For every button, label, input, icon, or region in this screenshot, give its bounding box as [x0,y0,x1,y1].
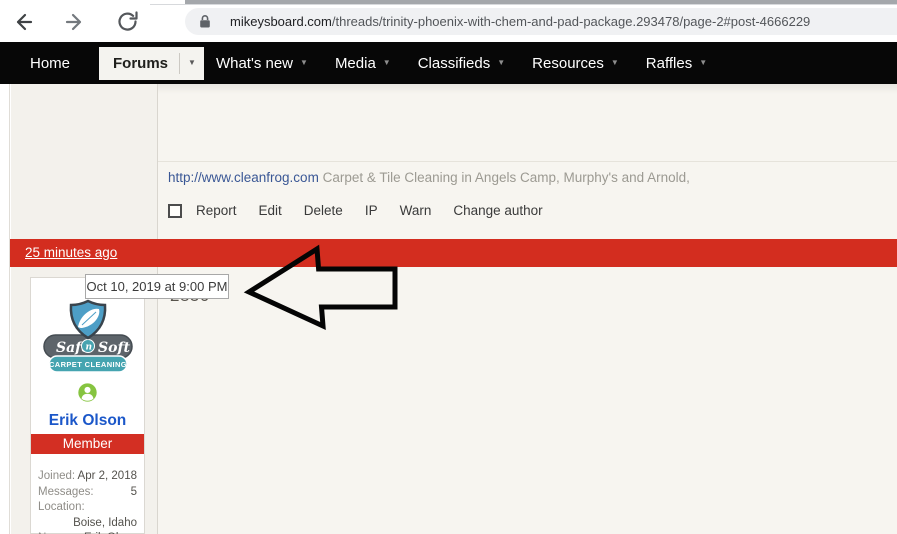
timestamp-tooltip: Oct 10, 2019 at 9:00 PM [85,274,229,299]
user-stat-label: Messages: [38,486,94,500]
moderation-bar: Report Edit Delete IP Warn Change author [168,203,565,218]
user-stat-row: Boise, Idaho [31,516,144,532]
logo-banner: CARPET CLEANING [48,360,126,369]
left-gutter [0,84,10,534]
page-content: http://www.cleanfrog.com Carpet & Tile C… [0,84,897,534]
username-link[interactable]: Erik Olson [31,412,144,430]
online-status-icon [31,383,144,407]
chevron-down-icon[interactable]: ▼ [497,59,505,67]
page: mikeysboard.com/threads/trinity-phoenix-… [0,0,897,534]
moderation-links: Report Edit Delete IP Warn Change author [196,203,565,218]
chevron-down-icon[interactable]: ▼ [300,59,308,67]
safe-n-soft-logo: Safe n Soft CARPET CLEANING [41,299,135,377]
nav-tab[interactable]: Home [30,55,70,72]
forum-navbar: Home Forums ▼ What's new ▼ Media ▼ Class… [0,42,897,84]
user-stat-row: Messages: 5 [31,485,144,501]
signature-divider [158,161,897,162]
logo-mid: n [85,343,92,353]
nav-tab-label: What's new [216,55,293,72]
chevron-down-icon[interactable]: ▼ [611,59,619,67]
nav-tab-label: Home [30,55,70,72]
nav-shadow [158,84,897,94]
nav-tab-label: Raffles [646,55,692,72]
forward-icon[interactable] [64,10,88,34]
select-post-checkbox[interactable] [168,204,182,218]
nav-tab-label: Classifieds [418,55,491,72]
nav-tab-label: Media [335,55,376,72]
nav-tab[interactable]: What's new ▼ [216,55,308,72]
user-stat-row: Joined: Apr 2, 2018 [31,469,144,485]
nav-tab[interactable]: Classifieds ▼ [418,55,505,72]
user-stat-label: Joined: [38,470,75,484]
user-card: Safe n Soft CARPET CLEANING [30,277,145,534]
user-stat-value: 5 [94,486,137,500]
moderation-link[interactable]: Report [196,203,237,218]
nav-tab-label: Resources [532,55,604,72]
moderation-link[interactable]: Delete [304,203,343,218]
signature-link[interactable]: http://www.cleanfrog.com [168,170,319,185]
user-stat-row: Location: [31,500,144,516]
url-domain: mikeysboard.com [230,14,332,29]
signature-text: Carpet & Tile Cleaning in Angels Camp, M… [323,170,690,185]
url-text[interactable]: mikeysboard.com/threads/trinity-phoenix-… [230,14,810,29]
user-stats: Joined: Apr 2, 2018 Messages: 5 Location… [31,469,144,534]
nav-tab[interactable]: Media ▼ [335,55,391,72]
member-badge: Member [31,434,144,454]
moderation-link[interactable]: Edit [259,203,282,218]
signature: http://www.cleanfrog.com Carpet & Tile C… [168,170,690,185]
avatar[interactable]: Safe n Soft CARPET CLEANING [31,299,144,382]
chevron-down-icon[interactable]: ▼ [383,59,391,67]
padlock-icon [199,14,211,29]
nav-tab[interactable]: Forums ▼ [99,47,204,80]
reload-icon[interactable] [116,10,140,34]
logo-word2: Soft [98,340,130,356]
user-stat-label: Location: [38,501,85,515]
moderation-link[interactable]: Change author [453,203,542,218]
user-stat-value: Boise, Idaho [38,517,137,531]
url-bar[interactable]: mikeysboard.com/threads/trinity-phoenix-… [185,8,897,35]
user-stat-value: Apr 2, 2018 [75,470,137,484]
moderation-link[interactable]: Warn [400,203,432,218]
browser-toolbar: mikeysboard.com/threads/trinity-phoenix-… [0,0,897,42]
user-stat-value [85,501,137,515]
window-edge-highlight [150,4,897,5]
url-path: /threads/trinity-phoenix-with-chem-and-p… [332,14,810,29]
chevron-down-icon[interactable]: ▼ [179,53,204,74]
back-icon[interactable] [10,10,34,34]
date-separator-link[interactable]: 25 minutes ago [25,239,117,267]
nav-tab[interactable]: Raffles ▼ [646,55,707,72]
message-column [158,84,897,534]
chevron-down-icon[interactable]: ▼ [699,59,707,67]
date-separator-bar: 25 minutes ago [10,239,897,267]
nav-tab-label: Forums [99,47,179,80]
nav-tab[interactable]: Resources ▼ [532,55,619,72]
moderation-link[interactable]: IP [365,203,378,218]
